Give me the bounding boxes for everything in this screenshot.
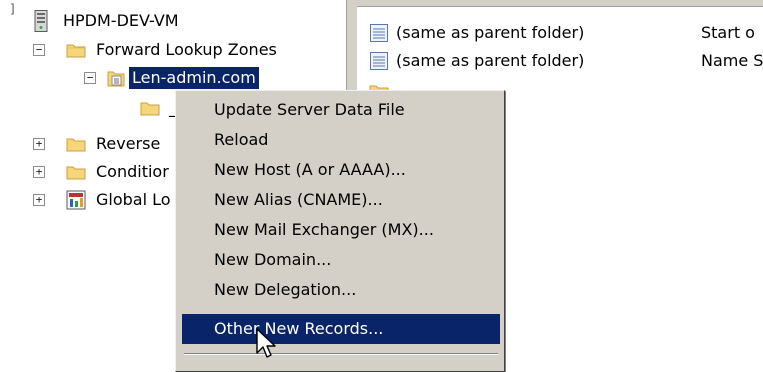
collapse-toggle-zone[interactable]: − (84, 72, 96, 84)
tree-item-reverse-zones[interactable]: Reverse (66, 131, 163, 157)
menu-separator (184, 353, 498, 355)
context-menu[interactable]: Update Server Data File Reload New Host … (175, 90, 505, 372)
expand-toggle-reverse[interactable]: + (33, 138, 45, 150)
folder-icon (140, 100, 160, 116)
tree-label-server: HPDM-DEV-VM (63, 11, 179, 30)
tree-item-selected-zone[interactable]: Len-admin.com (107, 65, 259, 91)
record-type: Name S (701, 51, 763, 70)
tree-item-server[interactable]: HPDM-DEV-VM (34, 8, 182, 34)
tree-item-child-folder[interactable]: _ (140, 95, 180, 121)
tree-item-forward-zones[interactable]: Forward Lookup Zones (66, 37, 280, 63)
mouse-pointer-icon (256, 328, 280, 362)
tree-label-conditional: Conditior (96, 162, 169, 181)
list-item[interactable]: (same as parent folder) Start o (357, 20, 763, 46)
list-header (357, 0, 763, 7)
tree-item-conditional-forwarders[interactable]: Conditior (66, 159, 172, 185)
record-name: (same as parent folder) (396, 23, 585, 42)
expand-toggle-conditional[interactable]: + (33, 166, 45, 178)
tree-label-reverse-zones: Reverse (96, 134, 161, 153)
list-item[interactable]: (same as parent folder) Name S (357, 48, 763, 74)
log-icon (66, 190, 86, 210)
menu-item-new-delegation[interactable]: New Delegation... (182, 275, 500, 305)
folder-icon (66, 164, 86, 180)
record-type: Start o (701, 23, 755, 42)
menu-item-new-host[interactable]: New Host (A or AAAA)... (182, 155, 500, 185)
collapse-toggle-forward-zones[interactable]: − (33, 44, 45, 56)
tree-label-global-logs: Global Lo (96, 190, 171, 209)
tree-label-forward-zones: Forward Lookup Zones (96, 40, 277, 59)
menu-item-new-mail-exchanger[interactable]: New Mail Exchanger (MX)... (182, 215, 500, 245)
expand-toggle-global-logs[interactable]: + (33, 194, 45, 206)
menu-item-reload[interactable]: Reload (182, 125, 500, 155)
menu-item-update-server-data-file[interactable]: Update Server Data File (182, 95, 500, 125)
tree-line-fragment: ] (10, 2, 15, 16)
folder-icon (66, 136, 86, 152)
tree-label-selected-zone: Len-admin.com (129, 67, 259, 89)
menu-item-other-new-records[interactable]: Other New Records... (182, 314, 500, 344)
zone-file-icon (107, 69, 125, 87)
record-name: (same as parent folder) (396, 51, 585, 70)
server-icon (34, 10, 48, 32)
dns-record-icon (369, 23, 389, 43)
menu-item-new-domain[interactable]: New Domain... (182, 245, 500, 275)
folder-icon (66, 42, 86, 58)
dns-record-icon (369, 51, 389, 71)
tree-item-global-logs[interactable]: Global Lo (66, 187, 174, 213)
menu-item-new-alias[interactable]: New Alias (CNAME)... (182, 185, 500, 215)
